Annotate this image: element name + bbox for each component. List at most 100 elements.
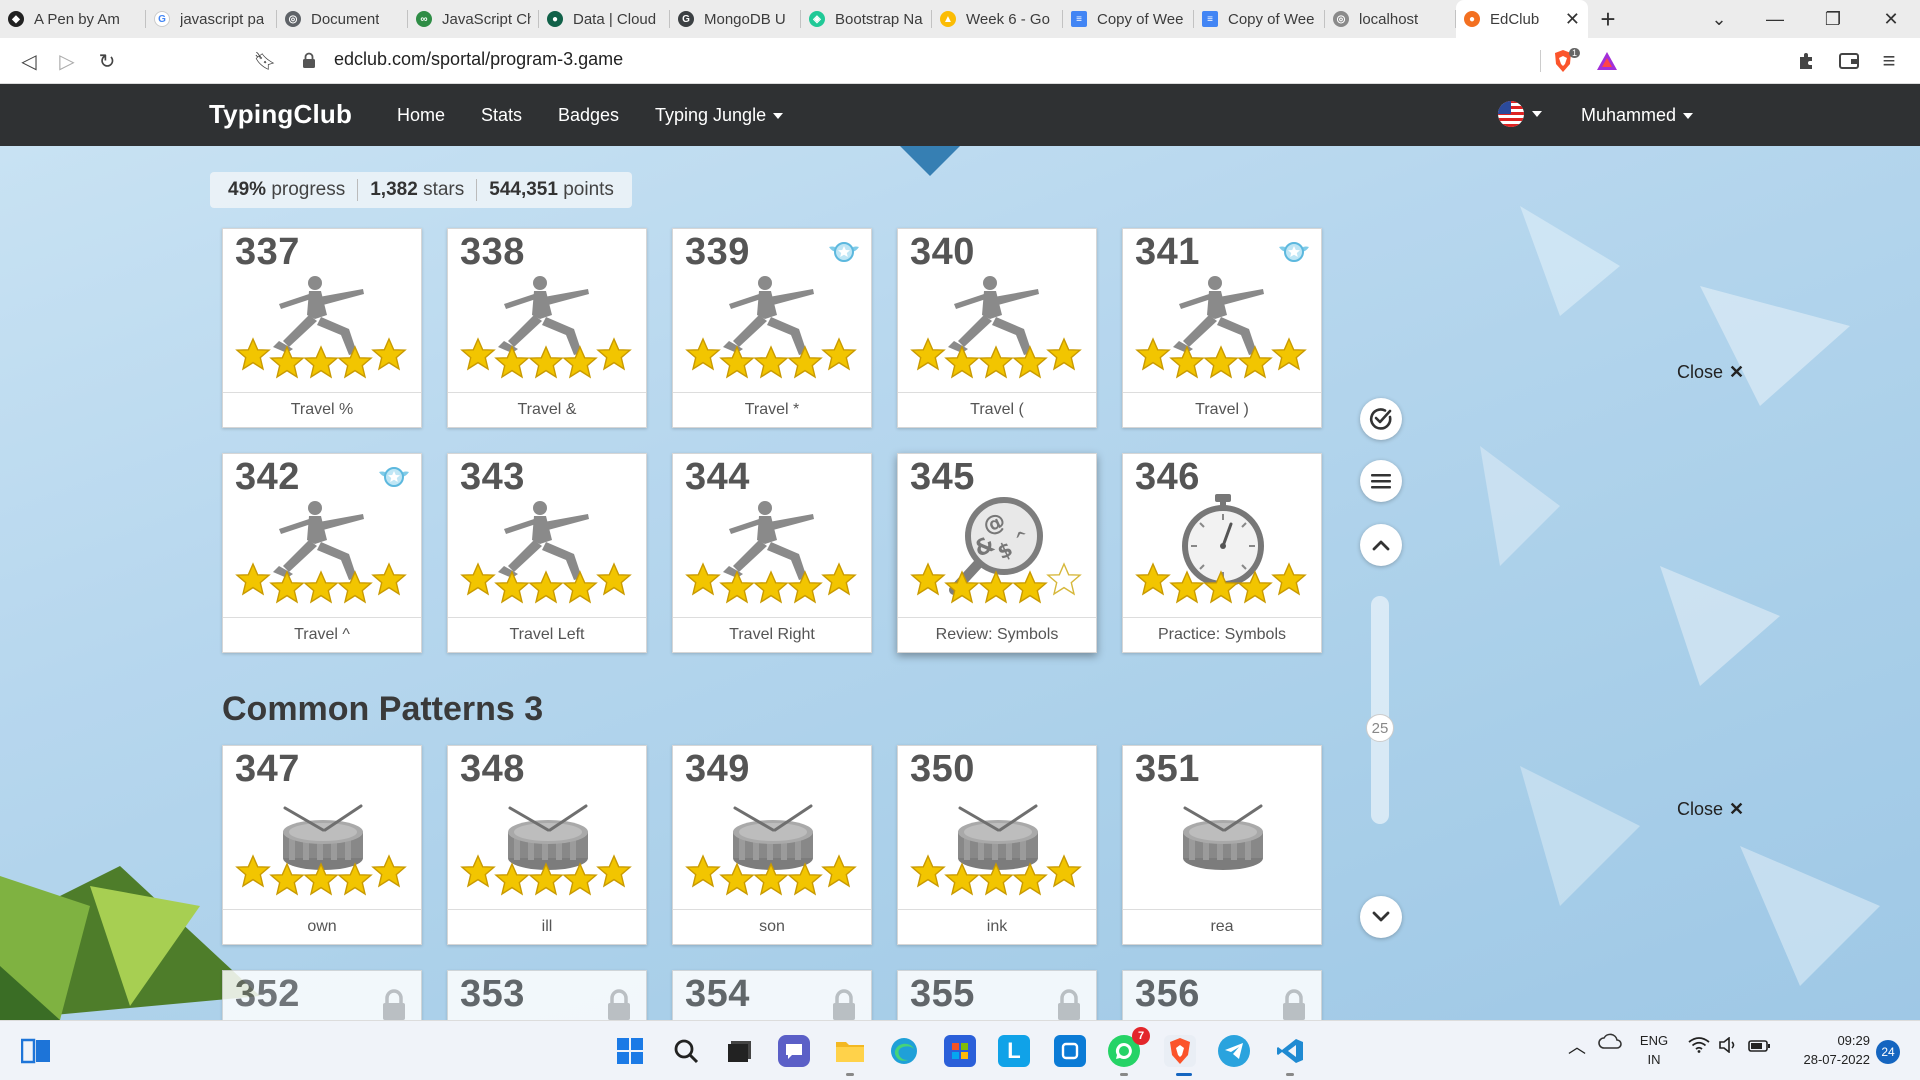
brave-rewards-icon[interactable]: [1594, 48, 1620, 74]
scroll-slider-knob[interactable]: 25: [1366, 714, 1394, 742]
lesson-card[interactable]: 350 ink: [897, 745, 1097, 945]
l-app-icon[interactable]: L: [998, 1035, 1030, 1067]
nav-badges-link[interactable]: Badges: [558, 105, 619, 126]
battery-icon[interactable]: [1748, 1039, 1770, 1055]
windows-start-icon[interactable]: [614, 1035, 646, 1067]
typingclub-logo[interactable]: TypingClub: [209, 99, 352, 130]
lesson-card[interactable]: 337 Travel %: [222, 228, 422, 428]
scroll-up-button[interactable]: [1360, 524, 1402, 566]
lesson-card[interactable]: 342 Travel ^: [222, 453, 422, 653]
lesson-card[interactable]: 338 Travel &: [447, 228, 647, 428]
browser-tab[interactable]: ◆ A Pen by Am: [0, 0, 146, 38]
user-menu-dropdown[interactable]: Muhammed: [1581, 105, 1694, 126]
lesson-title: Travel (: [898, 392, 1096, 427]
forward-button[interactable]: ▷: [52, 46, 82, 76]
browser-tab-active[interactable]: ● EdClub ✕: [1456, 0, 1588, 38]
system-clock[interactable]: 09:29 28-07-2022: [1780, 1031, 1871, 1069]
lesson-title: ill: [448, 909, 646, 944]
lesson-number: 355: [910, 973, 975, 1015]
minimize-window-button[interactable]: —: [1746, 0, 1804, 38]
language-selector[interactable]: [1497, 100, 1542, 128]
reload-button[interactable]: ↻: [92, 46, 122, 76]
restore-window-button[interactable]: ❐: [1804, 0, 1862, 38]
blue-app-icon[interactable]: [1054, 1035, 1086, 1067]
show-hidden-icons-chevron[interactable]: ︿: [1568, 1033, 1586, 1059]
lesson-number: 349: [685, 748, 750, 790]
whatsapp-icon[interactable]: 7: [1108, 1027, 1150, 1067]
nav-home-link[interactable]: Home: [397, 105, 445, 126]
menu-hamburger-icon[interactable]: ≡: [1876, 48, 1902, 74]
browser-tab[interactable]: G javascript pa: [146, 0, 277, 38]
close-window-button[interactable]: ✕: [1862, 0, 1920, 38]
edge-browser-icon[interactable]: [888, 1035, 920, 1067]
wallet-icon[interactable]: [1836, 48, 1862, 74]
stars-count: 1,382: [370, 179, 418, 200]
browser-tab[interactable]: ∞ JavaScript Ch: [408, 0, 539, 38]
browser-tab[interactable]: ◈ Bootstrap Na: [801, 0, 932, 38]
locked-lesson-card[interactable]: 356: [1122, 970, 1322, 1020]
scroll-slider-track[interactable]: [1371, 596, 1389, 824]
lesson-card[interactable]: 343 Travel Left: [447, 453, 647, 653]
star-rating: [910, 329, 1090, 379]
browser-tab[interactable]: ≡ Copy of Wee: [1063, 0, 1194, 38]
menu-button[interactable]: [1360, 460, 1402, 502]
nav-typing-jungle-dropdown[interactable]: Typing Jungle: [655, 105, 784, 126]
teams-chat-icon[interactable]: [778, 1035, 810, 1067]
lesson-card[interactable]: 348 ill: [447, 745, 647, 945]
microsoft-store-icon[interactable]: [944, 1035, 976, 1067]
lesson-card[interactable]: 340 Travel (: [897, 228, 1097, 428]
lesson-card[interactable]: 347 own: [222, 745, 422, 945]
lesson-card[interactable]: 344 Travel Right: [672, 453, 872, 653]
volume-icon[interactable]: [1718, 1036, 1740, 1056]
lesson-card[interactable]: 341 Travel ): [1122, 228, 1322, 428]
close-tab-icon[interactable]: ✕: [1565, 9, 1580, 30]
lock-icon[interactable]: [302, 52, 316, 68]
task-view-button-icon[interactable]: [724, 1035, 756, 1067]
lesson-card[interactable]: 351 rea: [1122, 745, 1322, 945]
locked-lesson-card[interactable]: 354: [672, 970, 872, 1020]
close-panel-button[interactable]: Close ✕: [1677, 799, 1744, 820]
brave-shields-icon[interactable]: 1: [1550, 48, 1580, 74]
star-rating: [910, 554, 1090, 604]
back-button[interactable]: ◁: [14, 46, 44, 76]
lesson-card[interactable]: 345 @ & $ ^ Review: Symbols: [897, 453, 1097, 653]
browser-tab[interactable]: ▲ Week 6 - Go: [932, 0, 1063, 38]
onedrive-cloud-icon[interactable]: [1598, 1033, 1622, 1052]
telegram-icon[interactable]: [1218, 1035, 1250, 1067]
search-icon[interactable]: [670, 1035, 702, 1067]
close-panel-button[interactable]: Close ✕: [1677, 362, 1744, 383]
check-goal-button[interactable]: [1360, 398, 1402, 440]
brave-browser-icon[interactable]: [1164, 1035, 1196, 1067]
browser-tab[interactable]: G MongoDB U: [670, 0, 801, 38]
us-flag-icon: [1498, 101, 1524, 127]
file-explorer-icon[interactable]: [834, 1035, 866, 1067]
locked-lesson-card[interactable]: 353: [447, 970, 647, 1020]
lesson-card[interactable]: 349 son: [672, 745, 872, 945]
chevron-down-icon: [1372, 911, 1390, 922]
locked-lesson-card[interactable]: 355: [897, 970, 1097, 1020]
tab-search-chevron-icon[interactable]: ⌄: [1690, 0, 1748, 38]
wifi-icon[interactable]: [1688, 1037, 1710, 1056]
locked-lesson-card[interactable]: 352: [222, 970, 422, 1020]
notification-count-badge[interactable]: 24: [1876, 1040, 1900, 1064]
lesson-number: 351: [1135, 748, 1200, 790]
browser-tab[interactable]: ◎ Document: [277, 0, 408, 38]
lesson-card[interactable]: 346 Practice: Symbols: [1122, 453, 1322, 653]
url-field[interactable]: edclub.com/sportal/program-3.game: [334, 49, 623, 70]
new-tab-button[interactable]: +: [1588, 4, 1628, 35]
divider: [1540, 50, 1541, 72]
lesson-title: Travel Left: [448, 617, 646, 652]
vscode-icon[interactable]: [1274, 1035, 1306, 1067]
nav-stats-link[interactable]: Stats: [481, 105, 522, 126]
browser-tab[interactable]: ● Data | Cloud: [539, 0, 670, 38]
extensions-puzzle-icon[interactable]: [1794, 48, 1820, 74]
browser-tab[interactable]: ◎ localhost: [1325, 0, 1456, 38]
input-language-indicator[interactable]: ENG IN: [1634, 1031, 1674, 1069]
browser-tab[interactable]: ≡ Copy of Wee: [1194, 0, 1325, 38]
address-toolbar: ◁ ▷ ↻ 🔖︎ edclub.com/sportal/program-3.ga…: [0, 38, 1920, 84]
divider: [357, 179, 359, 201]
lesson-card[interactable]: 339 Travel *: [672, 228, 872, 428]
scroll-down-button[interactable]: [1360, 896, 1402, 938]
bookmark-icon[interactable]: 🔖︎: [250, 46, 280, 76]
task-view-icon[interactable]: [20, 1035, 52, 1067]
